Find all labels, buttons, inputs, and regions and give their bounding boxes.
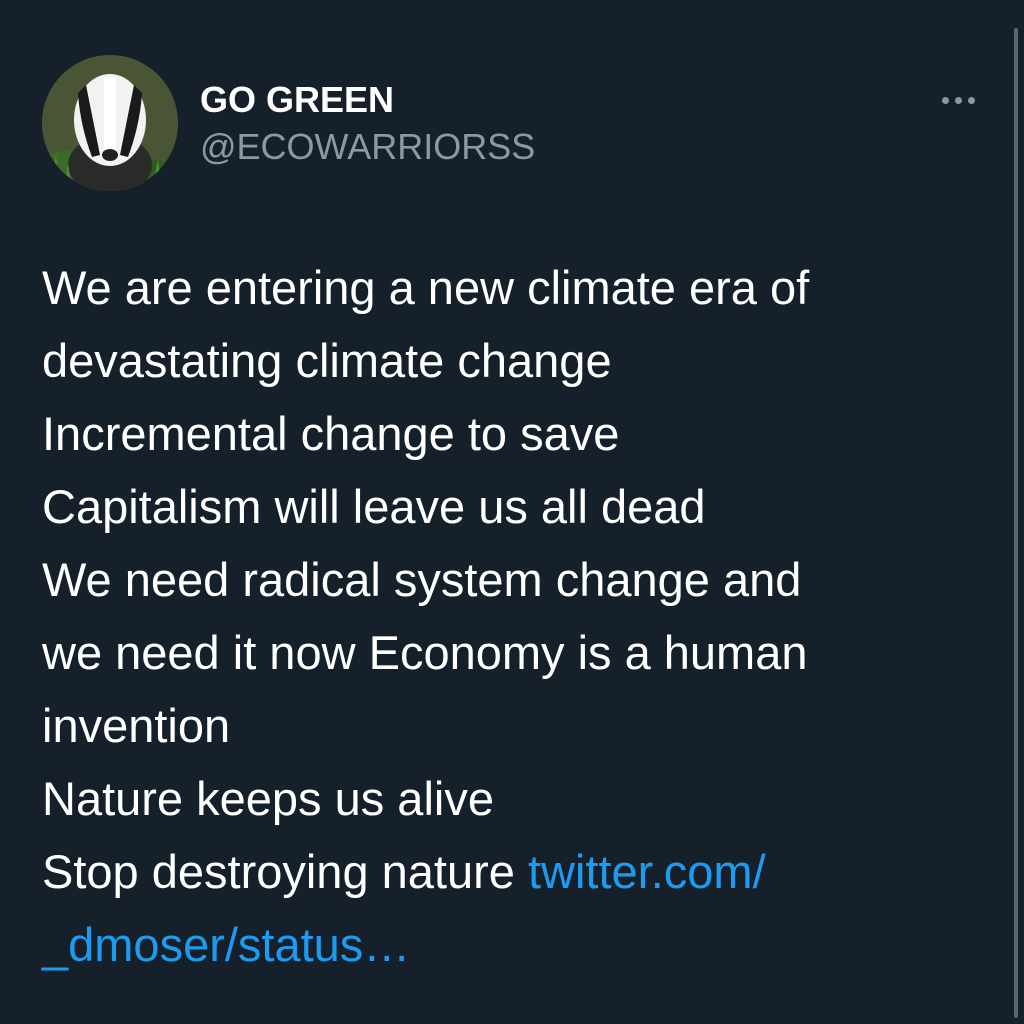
- more-horizontal-icon: [941, 96, 949, 104]
- more-horizontal-icon-dot: [967, 96, 975, 104]
- tweet-line: We are entering a new climate era of: [42, 261, 810, 314]
- tweet-link-part1[interactable]: twitter.com/: [528, 845, 766, 898]
- badger-avatar-image: [42, 55, 178, 191]
- tweet-line: devastating climate change: [42, 334, 612, 387]
- tweet-line-link: _dmoser/status…: [42, 908, 1002, 981]
- more-horizontal-icon-dot: [954, 96, 962, 104]
- tweet-card: GO GREEN @ECOWARRIORSS We are entering a…: [0, 0, 1024, 1024]
- more-options-button[interactable]: [930, 82, 986, 118]
- tweet-line-with-link: Stop destroying nature twitter.com/: [42, 835, 1002, 908]
- tweet-line: invention: [42, 699, 231, 752]
- avatar[interactable]: [42, 55, 178, 191]
- tweet-text: We are entering a new climate era of dev…: [42, 251, 1002, 981]
- user-handle[interactable]: @ECOWARRIORSS: [200, 127, 535, 167]
- tweet-link-part2[interactable]: _dmoser/status…: [42, 918, 410, 971]
- tweet-line: We need radical system change and: [42, 553, 802, 606]
- tweet-line: we need it now Economy is a human: [42, 626, 808, 679]
- display-name[interactable]: GO GREEN: [200, 80, 394, 120]
- tweet-line: Incremental change to save: [42, 407, 620, 460]
- tweet-line: Nature keeps us alive: [42, 772, 494, 825]
- tweet-line: Capitalism will leave us all dead: [42, 480, 706, 533]
- tweet-line: Stop destroying nature: [42, 845, 528, 898]
- scrollbar[interactable]: [1014, 28, 1018, 1018]
